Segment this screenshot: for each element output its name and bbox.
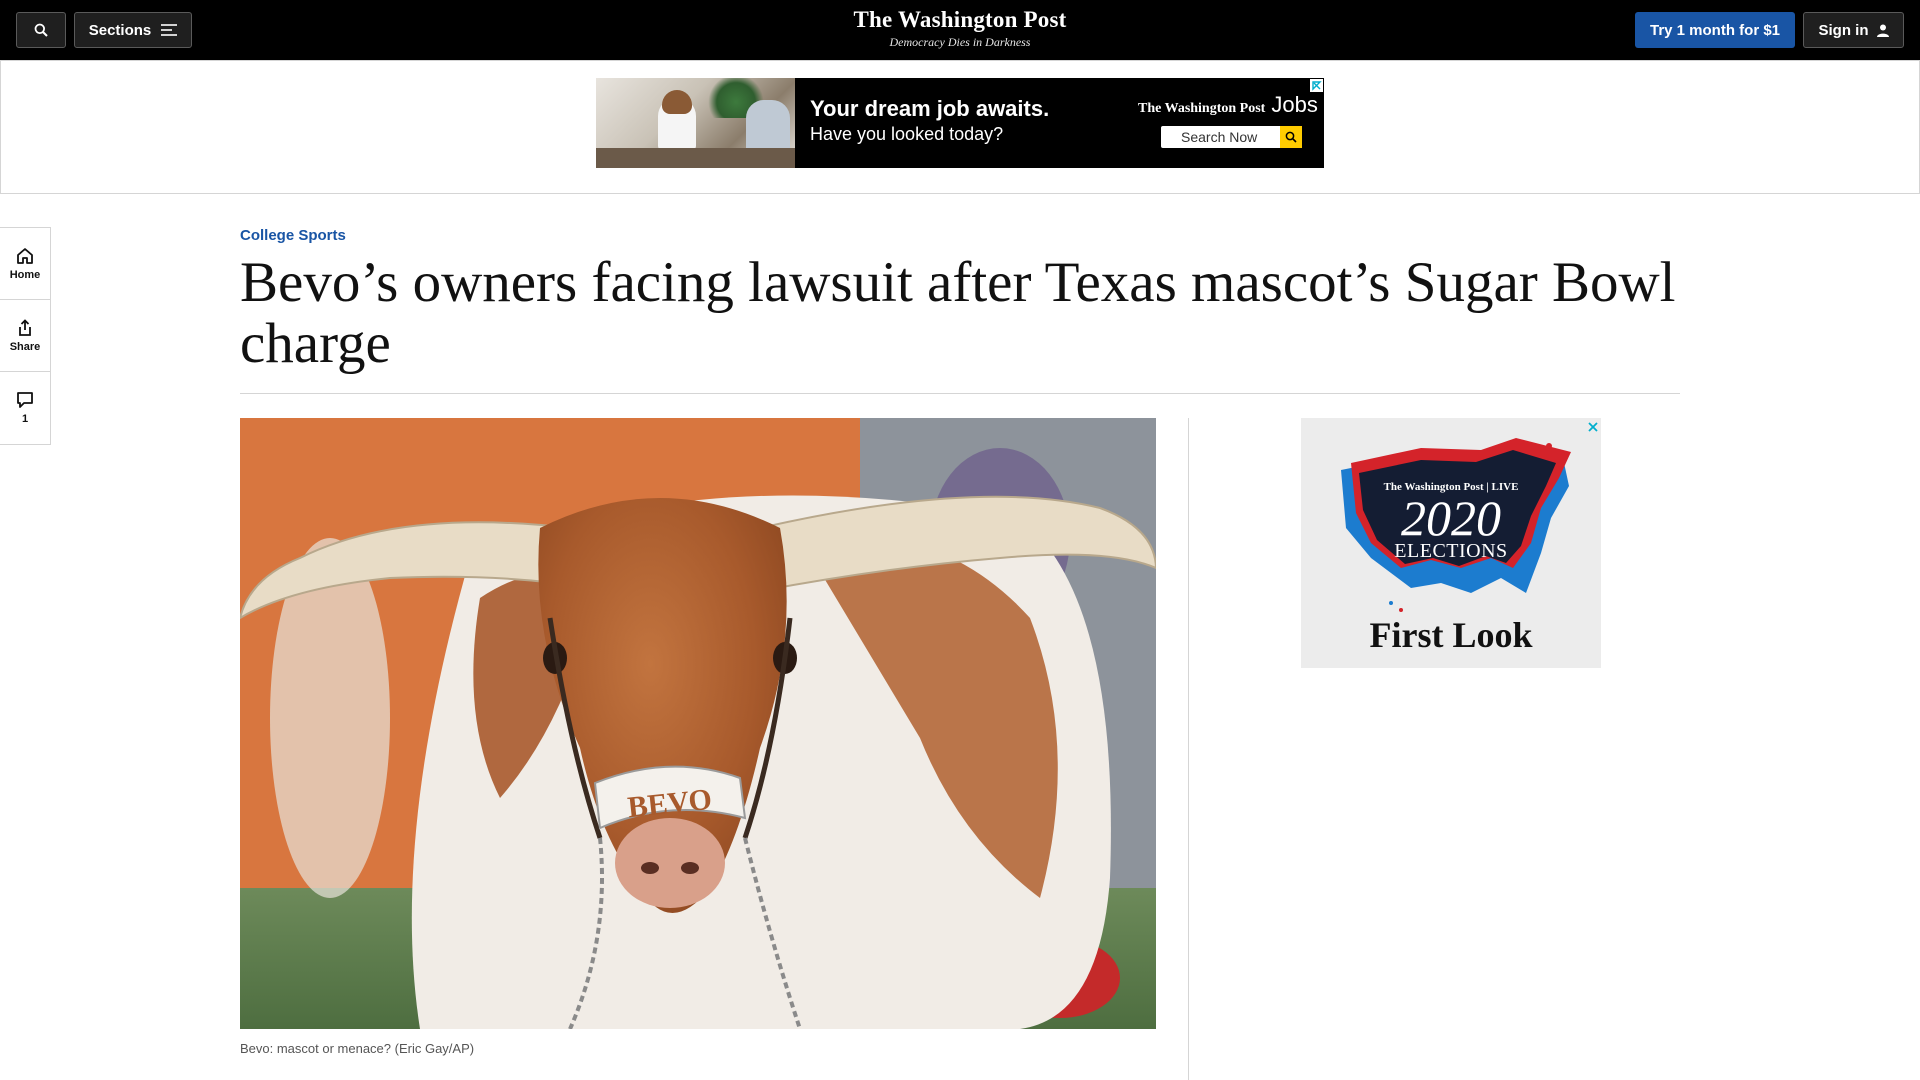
election-ad[interactable]: The Washington Post | LIVE 2020 ELECTION… — [1301, 418, 1601, 668]
ad-elections: ELECTIONS — [1394, 540, 1508, 562]
masthead-link[interactable]: The Washington Post Democracy Dies in Da… — [760, 6, 1160, 50]
person-icon — [1876, 24, 1889, 37]
ad-year: 2020 — [1401, 490, 1501, 546]
masthead-logo: The Washington Post — [853, 7, 1067, 32]
rail-home-button[interactable]: Home — [0, 228, 50, 300]
column-divider — [1188, 418, 1189, 1080]
hamburger-icon — [161, 24, 178, 36]
section-kicker-link[interactable]: College Sports — [240, 227, 346, 244]
share-icon — [19, 318, 31, 336]
search-icon — [1285, 131, 1297, 143]
sign-in-label: Sign in — [1818, 21, 1869, 39]
utility-rail: Home Share 1 — [0, 227, 51, 445]
search-icon — [34, 23, 48, 37]
ad-brand-jobs: Jobs — [1271, 92, 1318, 117]
ad-photo-handshake — [596, 78, 795, 168]
hero-image[interactable]: BEVO — [240, 418, 1156, 1029]
ad-brand-logo: The Washington Post — [1138, 101, 1266, 116]
top-nav-bar: Sections The Washington Post Democracy D… — [0, 0, 1920, 60]
hero-image-caption: Bevo: mascot or menace? (Eric Gay/AP) — [240, 1041, 475, 1056]
ad-photo-desk — [596, 148, 795, 168]
comment-icon — [17, 392, 33, 408]
sign-in-button[interactable]: Sign in — [1803, 12, 1904, 48]
rail-comments-button[interactable]: 1 — [0, 372, 50, 444]
ad-first-look: First Look — [1369, 615, 1533, 655]
sections-label: Sections — [88, 21, 152, 39]
ad-photo-hair — [662, 90, 692, 114]
search-button[interactable] — [16, 12, 66, 48]
rail-share-label: Share — [9, 340, 41, 353]
close-icon[interactable] — [1586, 420, 1599, 433]
longhorn-illustration: BEVO — [240, 418, 1156, 1029]
ad-choices-icon[interactable] — [1310, 79, 1323, 92]
sections-button[interactable]: Sections — [74, 12, 192, 48]
rail-comments-count: 1 — [21, 413, 29, 425]
ad-search-go-button[interactable] — [1280, 126, 1302, 148]
rail-share-button[interactable]: Share — [0, 300, 50, 372]
ad-brand: The Washington Post Jobs — [1138, 92, 1318, 118]
masthead-tagline: Democracy Dies in Darkness — [889, 35, 1031, 49]
home-icon — [17, 247, 33, 264]
jobs-ad-banner[interactable]: Your dream job awaits. Have you looked t… — [596, 78, 1324, 168]
subscribe-button[interactable]: Try 1 month for $1 — [1635, 12, 1795, 48]
article-headline: Bevo’s owners facing lawsuit after Texas… — [240, 251, 1676, 375]
ad-headline: Your dream job awaits. — [810, 96, 1050, 121]
ad-subhead: Have you looked today? — [810, 124, 1004, 144]
headline-divider — [240, 393, 1680, 394]
rail-home-label: Home — [9, 268, 41, 281]
